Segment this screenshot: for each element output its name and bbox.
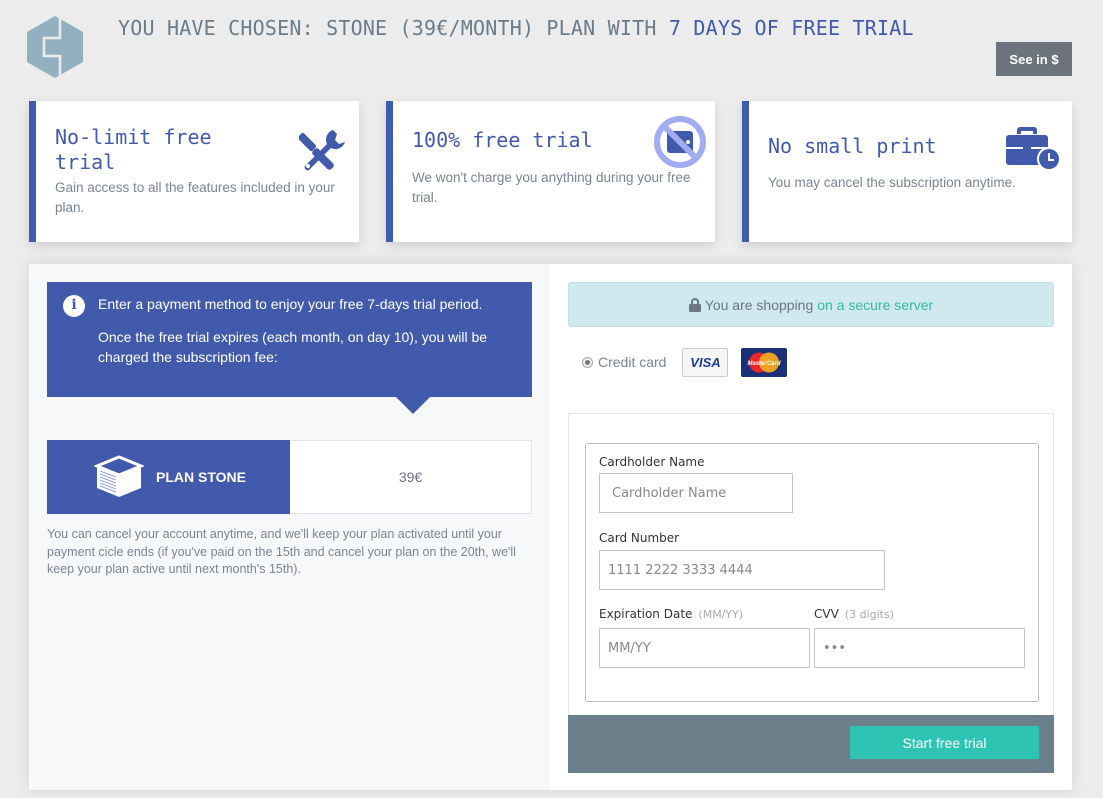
page-headline: YOU HAVE CHOSEN: STONE (39€/MONTH) PLAN … [118, 16, 914, 40]
card-form: Cardholder Name Card Number Expiration D… [585, 443, 1039, 702]
cardholder-label: Cardholder Name [599, 455, 705, 469]
expiration-hint: (MM/YY) [698, 608, 744, 621]
secure-server-banner: You are shopping on a secure server [568, 282, 1054, 327]
trial-info-box: i Enter a payment method to enjoy your f… [47, 282, 532, 414]
feature-card-free-trial: 100% free trial We won't charge you anyt… [386, 101, 715, 242]
visa-logo-icon: VISA [682, 347, 729, 377]
hexagon-logo-icon [27, 16, 83, 78]
feature-title: 100% free trial [412, 128, 593, 152]
checkout-container: i Enter a payment method to enjoy your f… [29, 264, 1072, 790]
feature-description: We won't charge you anything during your… [412, 170, 691, 205]
secure-server-link[interactable]: on a secure server [817, 297, 933, 313]
feature-description: You may cancel the subscription anytime. [768, 175, 1016, 190]
plan-price: 39€ [398, 469, 423, 485]
expiration-label-text: Expiration Date [599, 607, 693, 621]
cvv-hint: (3 digits) [844, 608, 894, 621]
cube-icon [94, 455, 144, 497]
feature-card-no-small-print: No small print You may cancel the subscr… [742, 101, 1072, 242]
payment-method-label: Credit card [598, 354, 667, 370]
plan-name: PLAN STONE [156, 469, 246, 485]
plan-name-cell: PLAN STONE [47, 440, 290, 514]
feature-title: No-limit free trial [55, 125, 212, 175]
tools-icon [299, 130, 345, 171]
cardholder-name-input[interactable] [599, 473, 793, 513]
info-line-2: Once the free trial expires (each month,… [98, 329, 488, 365]
cvv-label-text: CVV [814, 607, 839, 621]
see-in-dollars-button[interactable]: See in $ [996, 42, 1072, 76]
svg-text:MasterCard: MasterCard [748, 361, 781, 367]
info-line-1: Enter a payment method to enjoy your fre… [98, 296, 483, 312]
mastercard-logo-icon: MasterCard [741, 347, 788, 377]
card-form-wrapper: Cardholder Name Card Number Expiration D… [568, 413, 1054, 773]
expiration-date-input[interactable] [599, 628, 810, 668]
card-number-label: Card Number [599, 531, 680, 545]
payment-panel: You are shopping on a secure server Cred… [550, 264, 1072, 790]
secure-text: You are shopping [704, 296, 814, 313]
no-wallet-icon [654, 116, 706, 168]
cancel-policy-note: You can cancel your account anytime, and… [47, 527, 516, 576]
headline-accent: 7 DAYS OF FREE TRIAL [668, 16, 914, 40]
feature-description: Gain access to all the features included… [55, 180, 335, 215]
expiration-label: Expiration Date (MM/YY) [599, 607, 743, 621]
feature-title: No small print [768, 134, 937, 158]
info-arrow [396, 397, 430, 414]
cvv-input[interactable] [814, 628, 1025, 668]
feature-card-no-limit: No-limit free trial Gain access to all t… [29, 101, 359, 242]
lock-icon [688, 297, 701, 312]
credit-card-radio[interactable] [582, 356, 593, 368]
card-number-input[interactable] [599, 550, 885, 590]
payment-method-option[interactable]: Credit card VISA MasterCard [582, 347, 788, 377]
start-free-trial-button[interactable]: Start free trial [850, 726, 1039, 759]
plan-row: PLAN STONE 39€ [47, 440, 532, 514]
info-icon: i [63, 295, 85, 317]
cvv-label: CVV (3 digits) [814, 607, 894, 621]
form-footer: Start free trial [568, 715, 1054, 773]
headline-prefix: YOU HAVE CHOSEN: STONE (39€/MONTH) PLAN … [118, 16, 669, 40]
feature-title-line: trial [55, 150, 116, 174]
feature-title-line: No-limit free [55, 125, 212, 149]
plan-summary-panel: i Enter a payment method to enjoy your f… [29, 264, 550, 790]
briefcase-clock-icon [1006, 127, 1061, 171]
